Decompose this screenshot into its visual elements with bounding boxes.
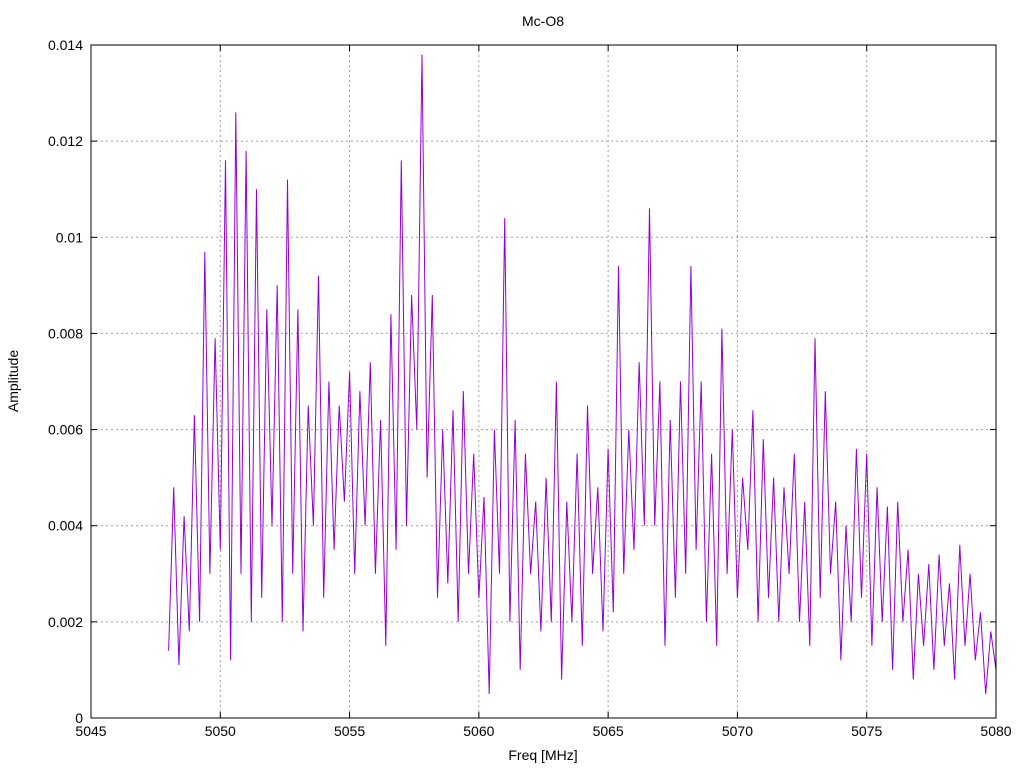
y-tick-label: 0.008 <box>48 325 83 341</box>
x-tick-label: 5050 <box>205 723 236 739</box>
y-tick-label: 0.002 <box>48 614 83 630</box>
y-tick-label: 0.01 <box>56 229 83 245</box>
y-tick-label: 0.004 <box>48 518 83 534</box>
y-tick-label: 0.006 <box>48 422 83 438</box>
y-tick-label: 0.012 <box>48 133 83 149</box>
y-axis-label: Amplitude <box>5 350 21 412</box>
y-tick-label: 0.014 <box>48 37 83 53</box>
x-tick-label: 5055 <box>334 723 365 739</box>
plot-border <box>90 44 997 719</box>
y-tick-label: 0 <box>75 710 83 726</box>
x-tick-label: 5075 <box>851 723 882 739</box>
x-tick-label: 5060 <box>463 723 494 739</box>
series-line-mc-o8 <box>168 54 997 695</box>
chart: 5045 5050 5055 5060 5065 5070 5075 508000.0020.… <box>5 13 1012 763</box>
chart-title: Mc-O8 <box>522 13 564 29</box>
grid <box>91 45 996 718</box>
x-tick-label: 5070 <box>722 723 753 739</box>
x-tick-label: 5080 <box>980 723 1011 739</box>
x-tick-label: 5065 <box>593 723 624 739</box>
x-axis-label: Freq [MHz] <box>508 747 577 763</box>
ticks: 5045 5050 5055 5060 5065 5070 5075 508000.0020.… <box>48 37 1012 739</box>
